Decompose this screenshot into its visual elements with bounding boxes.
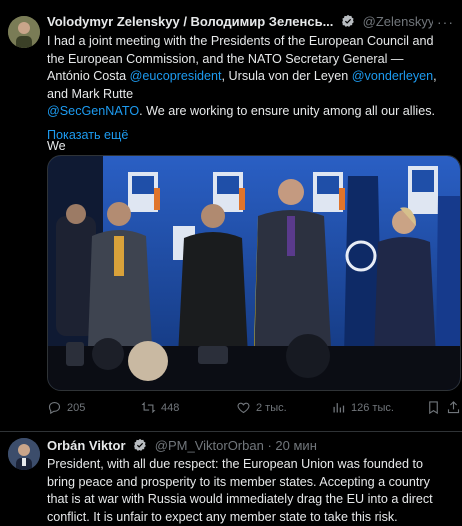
reply-button[interactable]: 205 bbox=[47, 400, 85, 415]
text-segment: . We are working to ensure unity among a… bbox=[139, 104, 435, 118]
author-name[interactable]: Volodymyr Zelenskyy / Володимир Зеленсь.… bbox=[47, 14, 333, 29]
show-more-link[interactable]: Показать ещё bbox=[47, 128, 128, 142]
mention-secgennato[interactable]: @SecGenNATO bbox=[47, 104, 139, 118]
views-button[interactable]: 126 тыс. bbox=[331, 400, 394, 415]
avatar-photo bbox=[8, 438, 40, 470]
share-button[interactable] bbox=[446, 400, 461, 415]
views-count: 126 тыс. bbox=[351, 401, 394, 414]
bookmark-button[interactable] bbox=[426, 400, 441, 415]
author-handle[interactable]: @PM_ViktorOrban bbox=[155, 438, 264, 453]
verified-badge-icon bbox=[134, 438, 146, 451]
reply-icon bbox=[48, 401, 61, 415]
author-name[interactable]: Orbán Viktor bbox=[47, 438, 126, 453]
avatar-photo bbox=[8, 16, 40, 48]
mention-eucopresident[interactable]: @eucopresident bbox=[130, 69, 222, 83]
verified-badge-icon bbox=[342, 14, 354, 27]
share-icon bbox=[447, 401, 460, 414]
tweet-header: Orbán Viktor @PM_ViktorOrban · 20 мин bbox=[47, 438, 454, 456]
tweet-orban[interactable]: Orbán Viktor @PM_ViktorOrban · 20 мин Pr… bbox=[0, 432, 462, 526]
heart-icon bbox=[237, 402, 250, 414]
tweet-zelenskyy[interactable]: Volodymyr Zelenskyy / Володимир Зеленсь.… bbox=[0, 0, 462, 432]
bookmark-icon bbox=[429, 401, 438, 415]
author-handle[interactable]: @Zelenskyy... bbox=[363, 14, 445, 29]
timestamp[interactable]: 20 мин bbox=[275, 438, 316, 453]
like-count: 2 тыс. bbox=[256, 401, 287, 414]
tweet-header: Volodymyr Zelenskyy / Володимир Зеленсь.… bbox=[47, 14, 454, 32]
tweet-text: President, with all due respect: the Eur… bbox=[47, 457, 433, 524]
tweet-actions: 205 448 2 тыс. 126 тыс. bbox=[47, 400, 460, 418]
like-button[interactable]: 2 тыс. bbox=[236, 400, 287, 415]
more-options-icon[interactable]: ··· bbox=[433, 14, 454, 30]
repost-icon bbox=[141, 402, 156, 413]
author-avatar[interactable] bbox=[8, 16, 40, 48]
reply-count: 205 bbox=[67, 401, 86, 414]
repost-button[interactable]: 448 bbox=[141, 400, 179, 415]
text-segment: , Ursula von der Leyen bbox=[221, 69, 352, 83]
tweet-photo[interactable] bbox=[47, 155, 461, 391]
views-icon bbox=[333, 403, 345, 413]
separator-dot: · bbox=[267, 438, 272, 453]
mention-vonderleyen[interactable]: @vonderleyen bbox=[352, 69, 433, 83]
author-avatar[interactable] bbox=[8, 438, 40, 470]
repost-count: 448 bbox=[161, 401, 180, 414]
press-conference-photo bbox=[48, 156, 460, 390]
